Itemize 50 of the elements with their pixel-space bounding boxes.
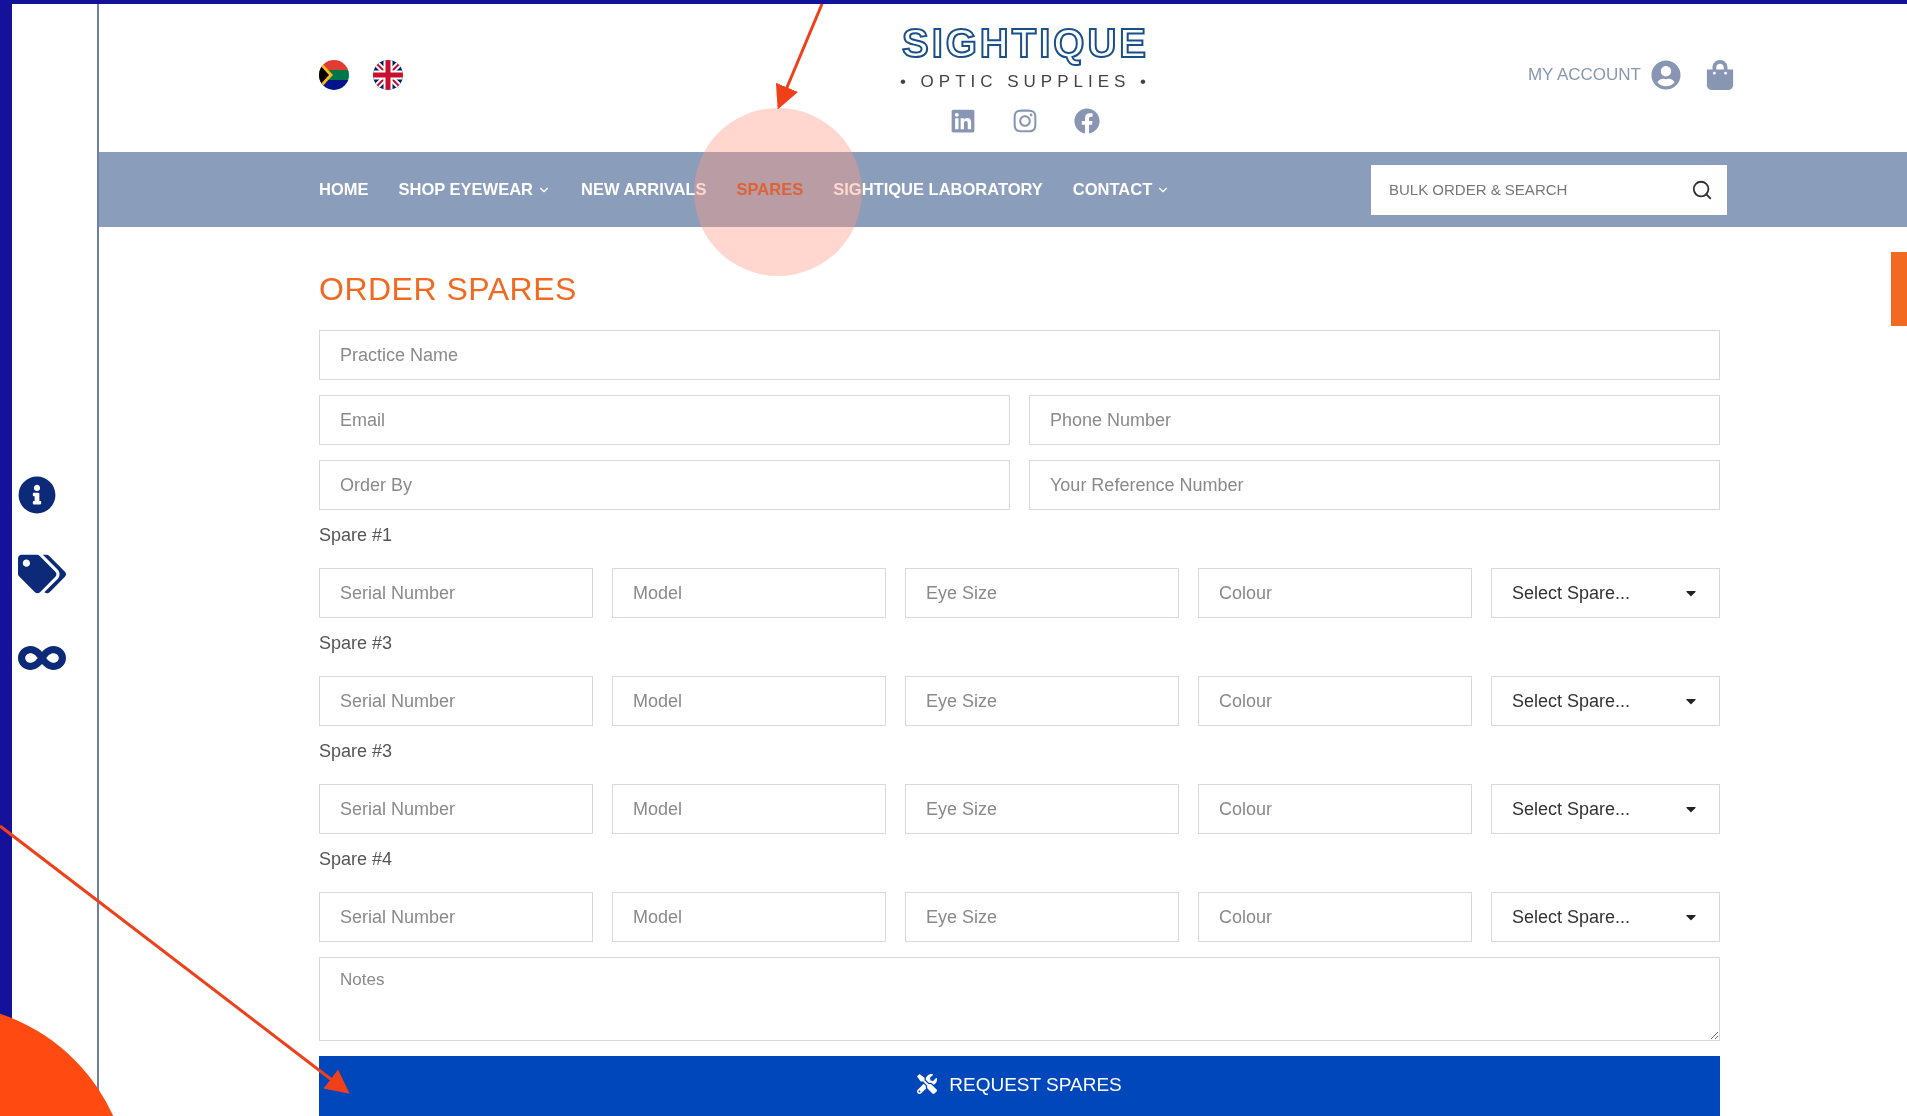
input-field[interactable]: Phone Number [1029,395,1720,445]
input-field[interactable]: Practice Name [319,330,1720,380]
nav-link[interactable]: NEW ARRIVALS [581,180,707,199]
notes-field[interactable]: Notes [319,957,1720,1041]
tools-icon [917,1074,938,1094]
info-icon[interactable] [18,476,56,514]
shopping-bag-icon[interactable] [1705,60,1735,90]
search-field[interactable]: BULK ORDER & SEARCH [1371,164,1727,215]
logo-subtitle: • OPTIC SUPPLIES • [899,72,1152,90]
instagram-icon[interactable] [1012,107,1039,134]
input-field[interactable]: Model [612,784,886,834]
spare-select[interactable]: Select Spare... [1491,676,1720,726]
input-field[interactable]: Eye Size [905,676,1179,726]
nav-link[interactable]: CONTACT [1072,180,1171,199]
input-field[interactable]: Eye Size [905,892,1179,942]
spare-label: Spare #3 [319,633,394,654]
spare-label: Spare #4 [319,849,394,870]
user-icon [1651,60,1681,90]
input-field[interactable]: Eye Size [905,784,1179,834]
input-field[interactable]: Order By [319,460,1010,510]
linkedin-icon[interactable] [950,107,977,134]
input-field[interactable]: Colour [1198,784,1472,834]
spare-label: Spare #1 [319,525,394,546]
input-field[interactable]: Eye Size [905,568,1179,618]
input-field[interactable]: Email [319,395,1010,445]
input-field[interactable]: Model [612,892,886,942]
spare-select[interactable]: Select Spare... [1491,892,1720,942]
facebook-icon[interactable] [1074,107,1101,134]
my-account-link[interactable]: MY ACCOUNT [1527,60,1681,90]
input-field[interactable]: Your Reference Number [1029,460,1720,510]
input-field[interactable]: Colour [1198,568,1472,618]
input-field[interactable]: Serial Number [319,568,593,618]
page-title: ORDER SPARES [319,271,578,308]
input-field[interactable]: Colour [1198,676,1472,726]
input-field[interactable]: Serial Number [319,892,593,942]
input-field[interactable]: Model [612,568,886,618]
flag-icon[interactable] [319,60,349,90]
input-field[interactable]: Serial Number [319,676,593,726]
input-field[interactable]: Model [612,676,886,726]
nav-link[interactable]: HOME [319,180,369,199]
nav-link[interactable]: SIGHTIQUE LABORATORY [833,180,1043,199]
nav-link[interactable]: SHOP EYEWEAR [398,180,551,199]
spare-label: Spare #3 [319,741,394,762]
flag-icon[interactable] [373,60,403,90]
spare-select[interactable]: Select Spare... [1491,784,1720,834]
input-field[interactable]: Colour [1198,892,1472,942]
search-icon[interactable] [1691,178,1713,201]
spare-select[interactable]: Select Spare... [1491,568,1720,618]
input-field[interactable]: Serial Number [319,784,593,834]
request-spares-button[interactable]: REQUEST SPARES [319,1056,1720,1116]
